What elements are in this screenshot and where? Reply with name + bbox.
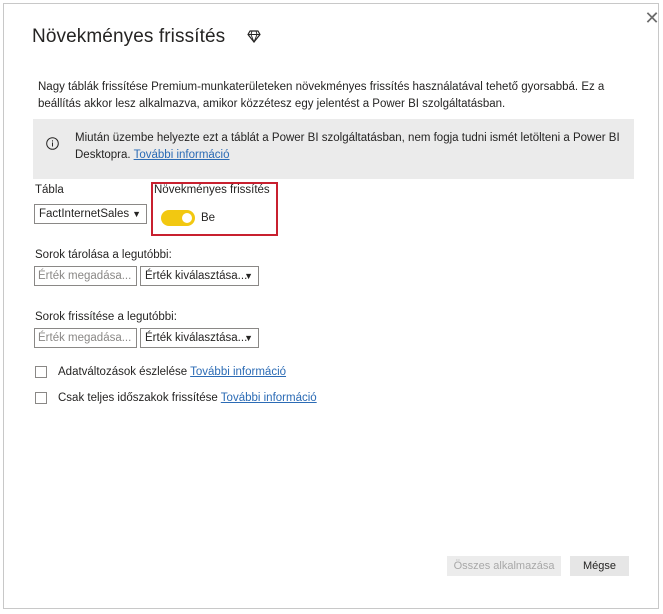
- refresh-rows-input[interactable]: Érték megadása...: [34, 328, 137, 348]
- store-rows-period-select[interactable]: Érték kiválasztása... ▼: [140, 266, 259, 286]
- refresh-rows-label: Sorok frissítése a legutóbbi:: [35, 311, 177, 323]
- complete-periods-row: Csak teljes időszakok frissítése További…: [58, 392, 317, 404]
- chevron-down-icon: ▼: [244, 271, 253, 281]
- complete-periods-label: Csak teljes időszakok frissítése: [58, 392, 218, 404]
- diamond-icon: [247, 30, 261, 43]
- complete-periods-learn-more-link[interactable]: További információ: [221, 392, 317, 404]
- toggle-knob: [182, 213, 192, 223]
- info-banner: Miután üzembe helyezte ezt a táblát a Po…: [33, 119, 634, 179]
- complete-periods-checkbox[interactable]: [35, 392, 47, 404]
- table-select[interactable]: FactInternetSales ▼: [34, 204, 147, 224]
- close-icon[interactable]: ✕: [644, 9, 660, 27]
- chevron-down-icon: ▼: [132, 209, 141, 219]
- info-learn-more-link[interactable]: További információ: [134, 149, 230, 161]
- table-select-value: FactInternetSales: [39, 208, 130, 220]
- detect-changes-learn-more-link[interactable]: További információ: [190, 366, 286, 378]
- info-icon: [46, 137, 59, 150]
- toggle-state-label: Be: [201, 212, 216, 224]
- refresh-rows-period-select[interactable]: Érték kiválasztása... ▼: [140, 328, 259, 348]
- apply-all-button[interactable]: Összes alkalmazása: [447, 556, 561, 576]
- detect-changes-label: Adatváltozások észlelése: [58, 366, 188, 378]
- detect-changes-checkbox[interactable]: [35, 366, 47, 378]
- incremental-refresh-toggle[interactable]: [161, 210, 195, 226]
- info-text: Miután üzembe helyezte ezt a táblát a Po…: [75, 130, 620, 164]
- dialog-title: Növekményes frissítés: [32, 26, 226, 47]
- chevron-down-icon: ▼: [244, 333, 253, 343]
- detect-changes-row: Adatváltozások észlelése További informá…: [58, 366, 286, 378]
- dialog-description: Nagy táblák frissítése Premium-munkaterü…: [38, 81, 605, 110]
- incremental-refresh-dialog: ✕ Növekményes frissítés Nagy táblák fris…: [3, 3, 660, 609]
- store-rows-input[interactable]: Érték megadása...: [34, 266, 137, 286]
- store-rows-period-value: Érték kiválasztása...: [145, 270, 248, 282]
- cancel-button[interactable]: Mégse: [570, 556, 629, 576]
- table-label: Tábla: [35, 184, 64, 196]
- store-rows-label: Sorok tárolása a legutóbbi:: [35, 249, 172, 261]
- refresh-rows-period-value: Érték kiválasztása...: [145, 332, 248, 344]
- incremental-refresh-label: Növekményes frissítés: [154, 184, 270, 196]
